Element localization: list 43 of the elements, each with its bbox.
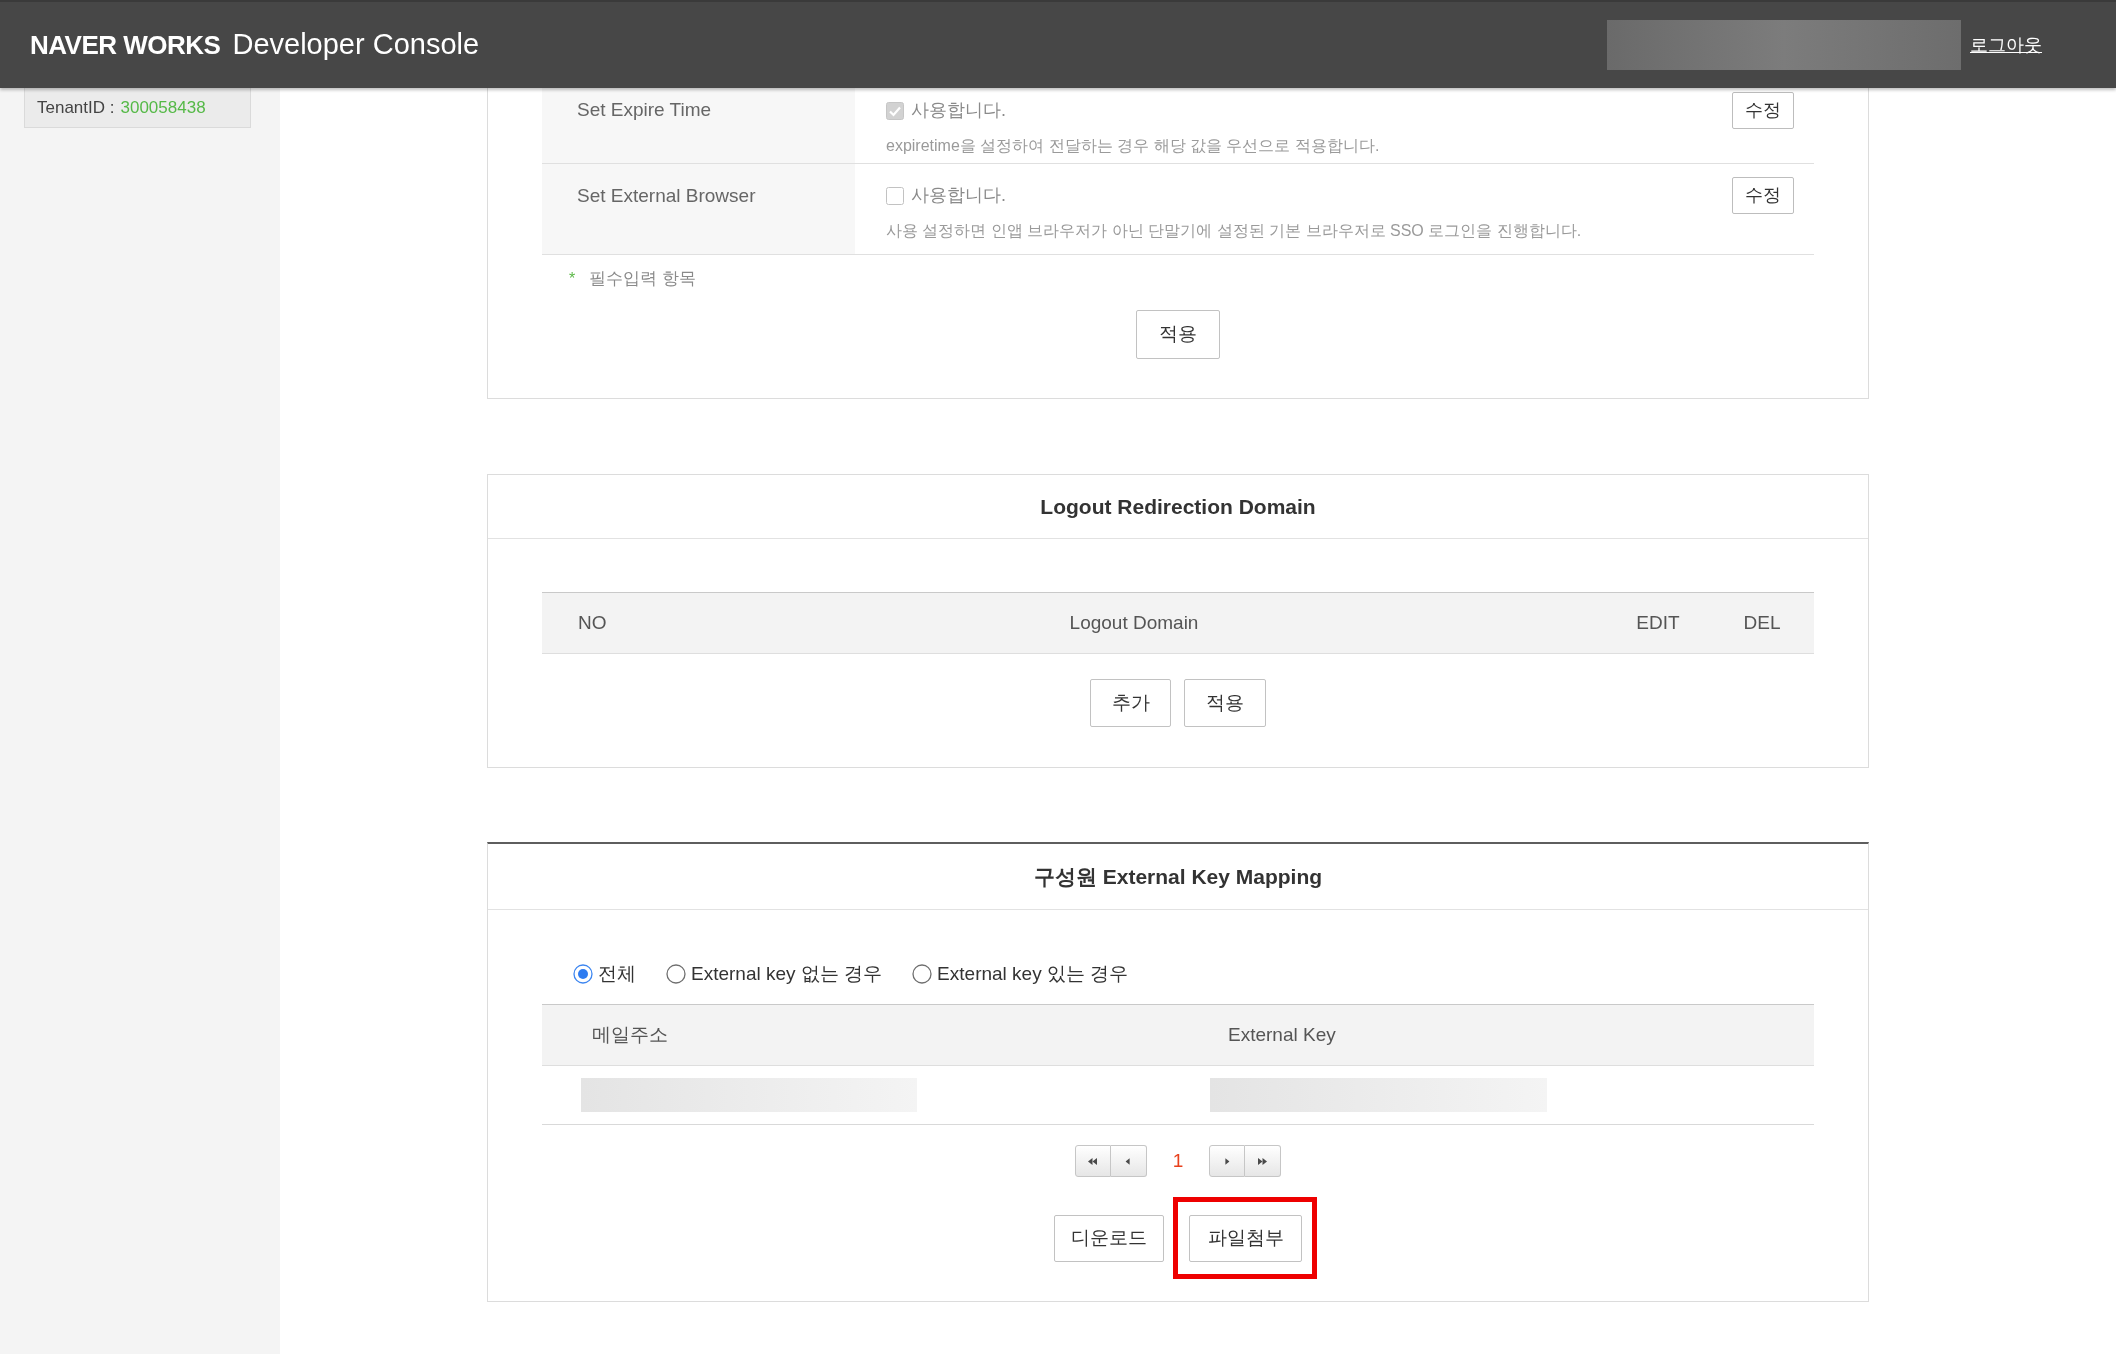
- radio-button[interactable]: [573, 964, 593, 984]
- label-cell: Set External Browser: [542, 164, 855, 254]
- radio-button[interactable]: [666, 964, 686, 984]
- checkbox-label: 사용합니다.: [911, 184, 1006, 207]
- column-header: 메일주소: [591, 1022, 669, 1047]
- attach-file-button[interactable]: 파일첨부: [1189, 1215, 1302, 1262]
- description-text: expiretime을 설정하여 전달하는 경우 해당 값을 우선으로 적용합니다.: [886, 136, 1381, 156]
- double-left-arrow-icon: [1087, 1156, 1099, 1166]
- checkbox[interactable]: [886, 101, 904, 120]
- console-title: Developer Console: [232, 27, 480, 63]
- column-header: NO: [577, 610, 608, 635]
- download-button[interactable]: 디운로드: [1054, 1215, 1164, 1262]
- column-header: External Key: [1227, 1022, 1337, 1047]
- radio-button[interactable]: [912, 964, 933, 984]
- radio-label: External key 없는 경우: [691, 961, 883, 986]
- tenant-id-label: TenantID :: [37, 96, 115, 119]
- logout-link[interactable]: 로그아웃: [1970, 31, 2042, 59]
- radio-label: 전체: [598, 961, 636, 986]
- edit-button[interactable]: 수정: [1732, 177, 1794, 214]
- section-title: 구성원 External Key Mapping: [1033, 863, 1323, 890]
- radio-label: External key 있는 경우: [937, 961, 1129, 986]
- required-mark: *: [569, 269, 576, 289]
- double-right-arrow-icon: [1257, 1156, 1269, 1166]
- checkbox[interactable]: [886, 186, 904, 205]
- description-text: 사용 설정하면 인앱 브라우저가 아닌 단말기에 설정된 기본 브라우저로 SSO 로그인을 진행합니다.: [886, 221, 1583, 241]
- apply-button[interactable]: 적용: [1136, 310, 1220, 359]
- add-button[interactable]: 추가: [1090, 679, 1171, 727]
- page-number[interactable]: 1: [1172, 1146, 1184, 1176]
- section-title: Logout Redirection Domain: [1040, 493, 1316, 520]
- apply-button[interactable]: 적용: [1184, 679, 1266, 727]
- right-arrow-icon: [1223, 1156, 1232, 1166]
- last-page-button[interactable]: [1245, 1145, 1282, 1177]
- checkbox-label: 사용합니다.: [911, 99, 1006, 122]
- left-arrow-icon: [1124, 1156, 1133, 1166]
- column-header: EDIT: [1635, 610, 1681, 635]
- column-header: DEL: [1742, 610, 1782, 635]
- first-page-button[interactable]: [1074, 1145, 1111, 1177]
- label-cell: Set Expire Time: [542, 88, 855, 163]
- tenant-id-value: 300058438: [120, 96, 206, 119]
- edit-button[interactable]: 수정: [1732, 92, 1794, 129]
- brand-name: NAVER WORKS: [30, 28, 221, 62]
- column-header: Logout Domain: [1068, 610, 1200, 635]
- required-note: 필수입력 항목: [589, 268, 696, 291]
